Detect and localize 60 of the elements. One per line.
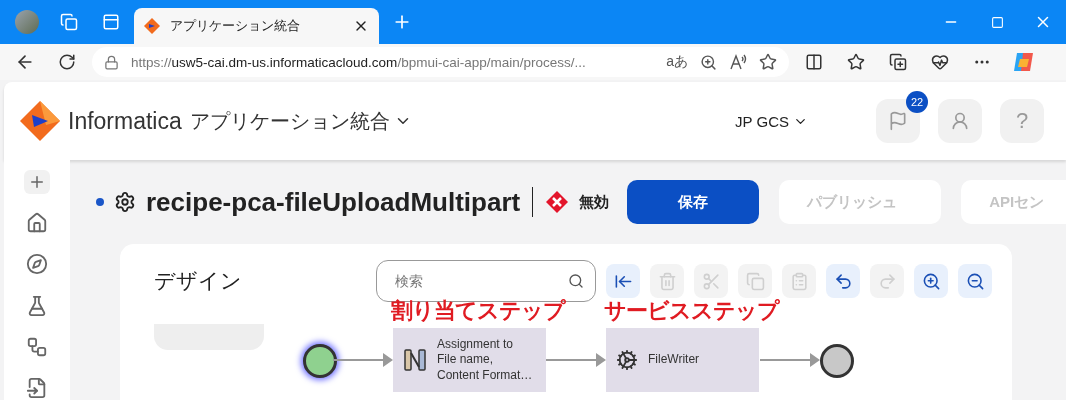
connector-arrow [760, 353, 820, 367]
user-icon [950, 111, 970, 131]
end-node[interactable] [820, 344, 854, 378]
status-label: 無効 [579, 192, 610, 212]
collapse-button[interactable] [606, 264, 640, 298]
beaker-icon [26, 294, 48, 317]
zoom-in-button[interactable] [914, 264, 948, 298]
start-node[interactable] [303, 344, 337, 378]
product-switcher[interactable]: アプリケーション統合 [189, 107, 412, 135]
zoom-icon[interactable] [700, 53, 717, 71]
connector-arrow [333, 353, 393, 367]
translate-icon[interactable]: aあ [666, 53, 688, 71]
workspaces-icon[interactable] [60, 13, 78, 31]
read-aloud-icon[interactable] [729, 53, 747, 71]
copy-icon [745, 271, 765, 291]
lock-icon [104, 54, 119, 70]
compass-icon [26, 253, 48, 276]
nodes-icon [26, 335, 48, 358]
zoom-in-icon [921, 271, 941, 291]
vertical-tabs-icon[interactable] [102, 13, 120, 31]
mapping-icon [403, 348, 427, 372]
flag-icon [888, 111, 908, 131]
undo-icon [833, 271, 853, 291]
favorites-icon[interactable] [847, 53, 865, 71]
step-annotation: サービスステップ [604, 300, 779, 322]
address-bar[interactable]: https://usw5-cai.dm-us.informaticacloud.com/bpmui-cai-app/main/process/... aあ [92, 47, 789, 77]
file-import-icon [26, 376, 48, 399]
org-switcher[interactable]: JP GCS [729, 111, 814, 131]
logo-icon [20, 101, 60, 141]
search-icon [568, 273, 584, 289]
save-button[interactable]: 保存 [627, 180, 760, 224]
gears-icon [616, 349, 638, 371]
profile-button[interactable] [938, 99, 982, 143]
new-button[interactable] [24, 170, 50, 195]
reload-icon[interactable] [58, 53, 76, 71]
step-node[interactable]: Assignment to File name, Content Format… [393, 328, 546, 392]
delete-icon [657, 271, 677, 291]
step-annotation: 割り当てステップ [391, 300, 565, 322]
gears-icon [114, 191, 136, 213]
step-node[interactable]: FileWriter [606, 328, 759, 392]
browser-tab[interactable]: アプリケーション統合 [134, 8, 379, 44]
redo-icon [877, 271, 897, 291]
notification-count: 22 [906, 91, 928, 113]
zoom-out-icon [965, 271, 985, 291]
favorite-icon[interactable] [759, 53, 777, 71]
cut-icon [701, 271, 721, 291]
collections-icon[interactable] [889, 53, 907, 71]
connector-arrow [546, 353, 606, 367]
undo-button[interactable] [826, 264, 860, 298]
section-title: デザイン [154, 268, 243, 294]
health-icon[interactable] [931, 53, 949, 71]
brand-name: Informatica [68, 107, 182, 135]
explore-button[interactable] [24, 252, 50, 277]
home-icon [26, 212, 48, 235]
site-icon [144, 18, 160, 34]
paste-icon [789, 271, 809, 291]
maximize-icon[interactable] [990, 15, 1004, 29]
split-screen-icon[interactable] [805, 53, 823, 71]
zoom-out-button[interactable] [958, 264, 992, 298]
process-title: recipe-pca-fileUploadMultipart [146, 186, 521, 218]
